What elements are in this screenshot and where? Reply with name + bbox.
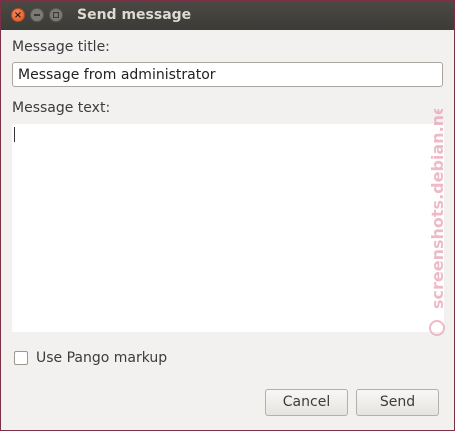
message-title-label: Message title: bbox=[12, 39, 110, 55]
minimize-icon[interactable] bbox=[30, 8, 44, 22]
window-title: Send message bbox=[77, 7, 192, 23]
send-button[interactable]: Send bbox=[356, 389, 439, 416]
send-message-dialog: × Send message Message title: Message te… bbox=[0, 0, 455, 431]
cancel-button[interactable]: Cancel bbox=[265, 389, 348, 416]
message-text-area[interactable] bbox=[12, 124, 444, 332]
title-bar[interactable]: × Send message bbox=[1, 1, 454, 30]
pango-markup-checkbox[interactable] bbox=[14, 351, 28, 365]
watermark-text: screenshots.debian.net bbox=[428, 109, 447, 309]
watermark: screenshots.debian.net bbox=[428, 109, 447, 336]
debian-swirl-icon bbox=[429, 320, 445, 336]
message-text-label: Message text: bbox=[12, 100, 111, 116]
pango-markup-label[interactable]: Use Pango markup bbox=[36, 350, 167, 366]
text-caret bbox=[14, 127, 15, 142]
message-title-input[interactable] bbox=[12, 62, 443, 87]
maximize-icon[interactable] bbox=[49, 8, 63, 22]
close-icon[interactable]: × bbox=[11, 8, 25, 22]
